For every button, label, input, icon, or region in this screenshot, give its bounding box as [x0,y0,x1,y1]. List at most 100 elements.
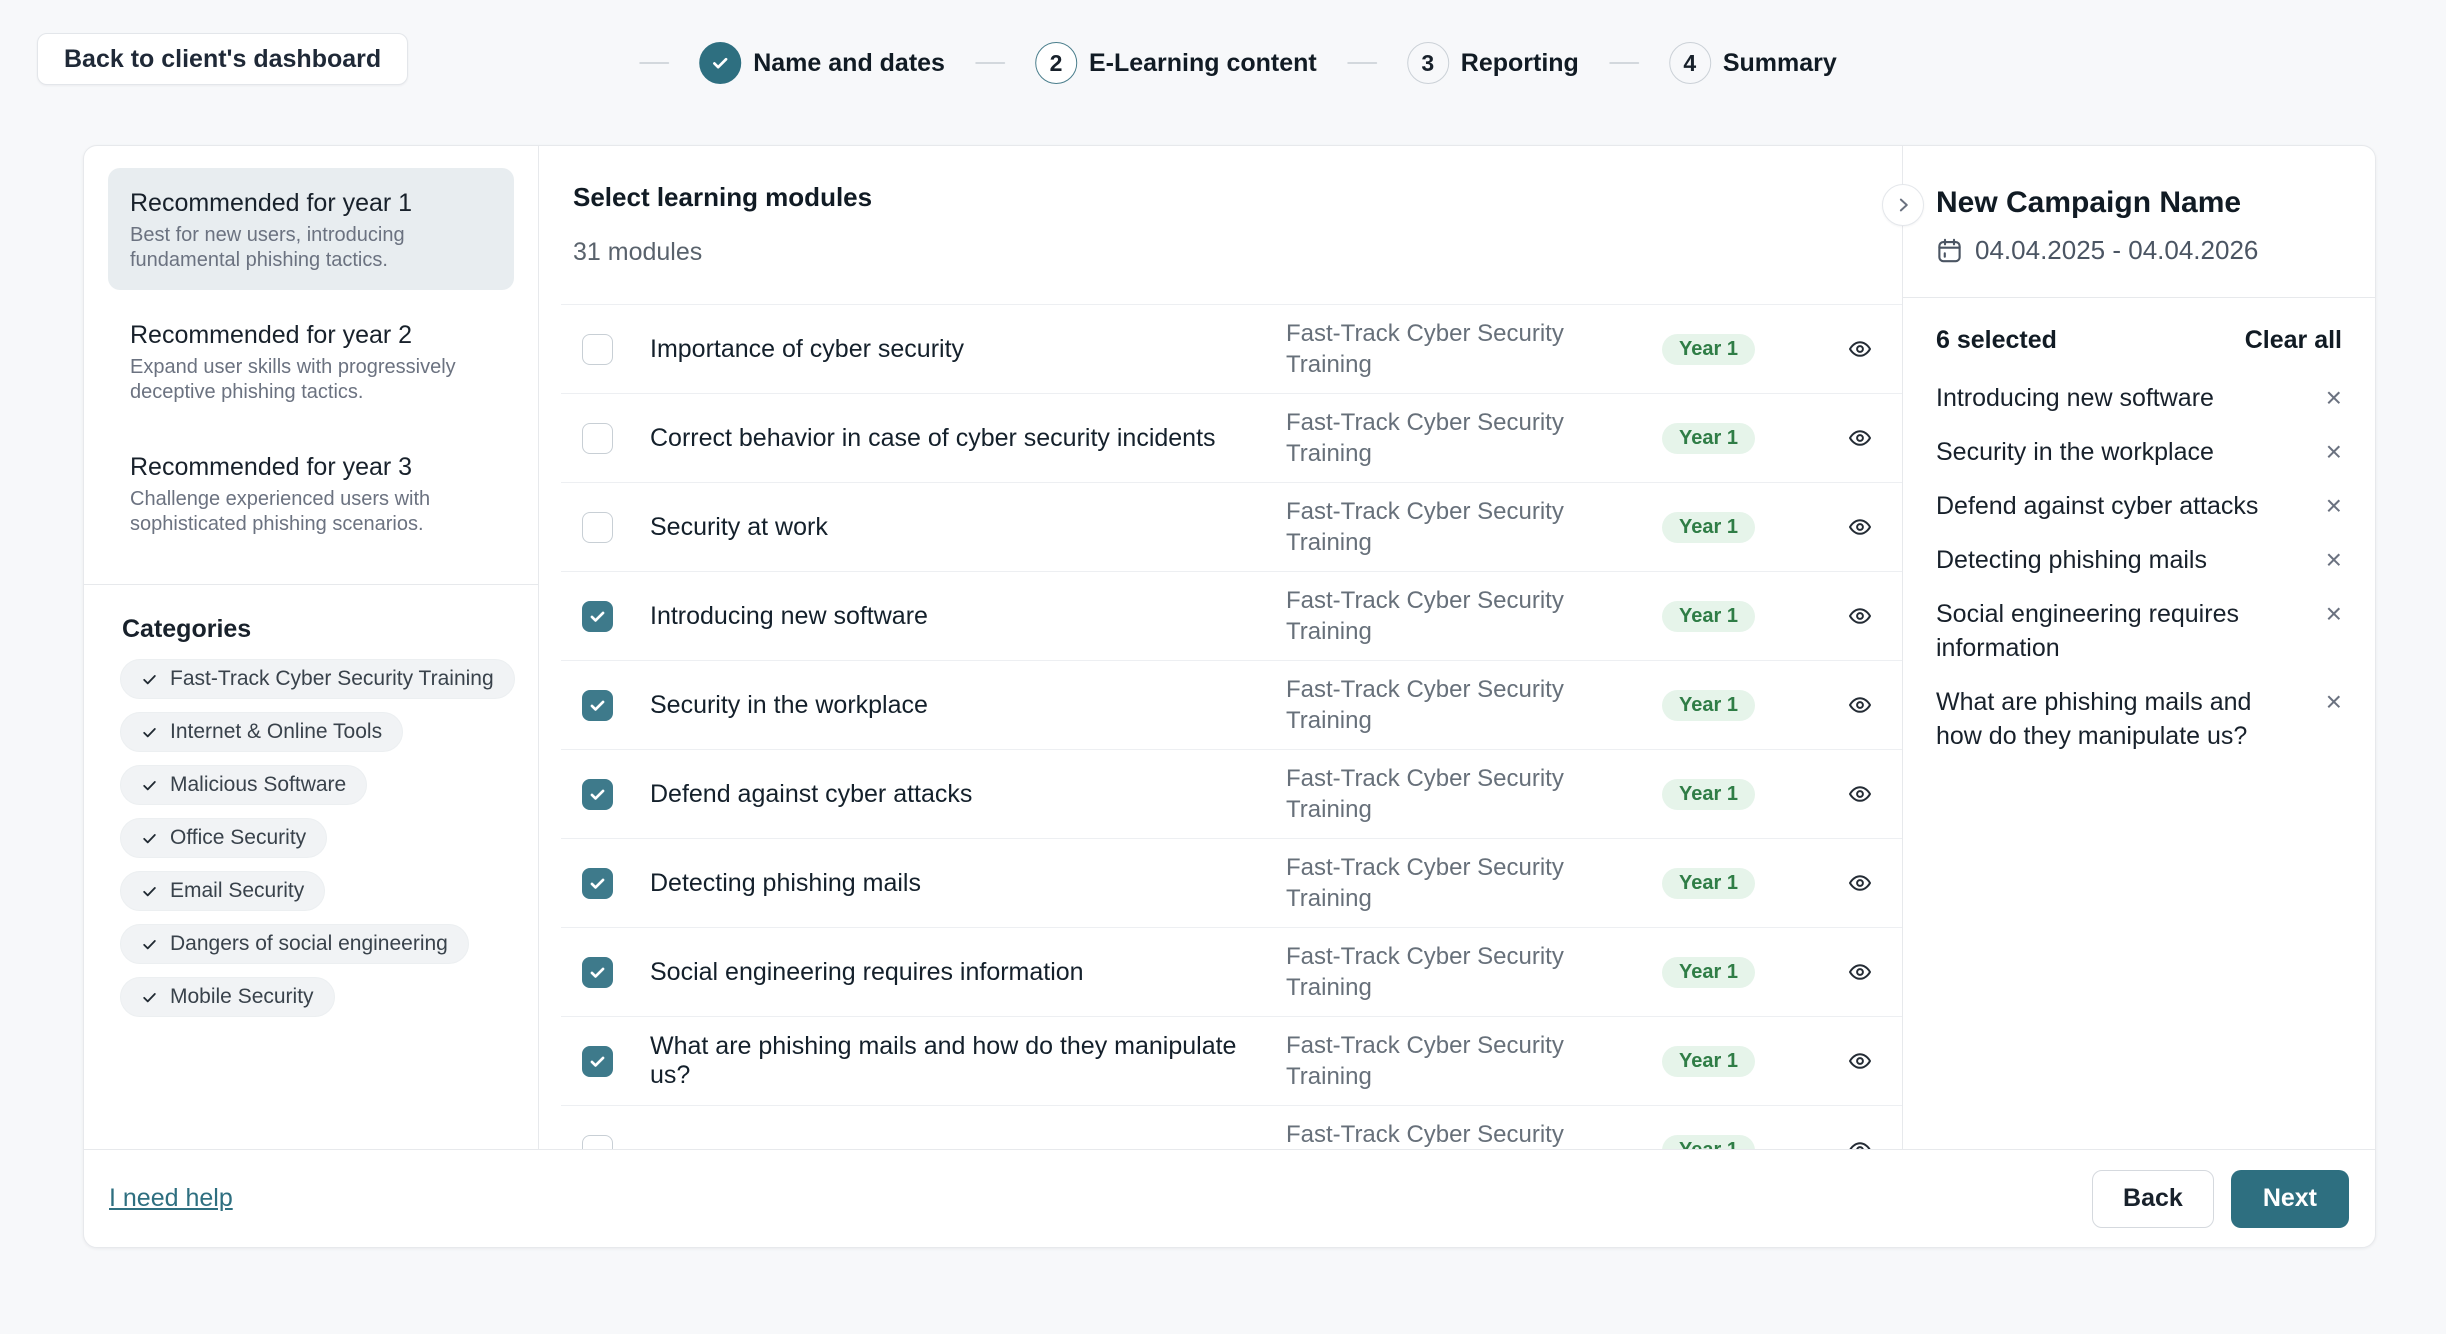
remove-module-icon[interactable]: × [2326,545,2342,575]
selected-module-item: Security in the workplace × [1936,435,2342,469]
selected-module-item: Detecting phishing mails × [1936,543,2342,577]
check-icon [588,963,607,982]
wizard-step[interactable]: 3 Reporting [1317,42,1579,84]
module-checkbox[interactable] [582,957,613,988]
module-row[interactable]: Security at work Fast-Track Cyber Securi… [561,482,1902,571]
module-row[interactable]: Detecting phishing mails Fast-Track Cybe… [561,838,1902,927]
module-list-header: Select learning modules 31 modules [561,146,1902,304]
selected-module-label: Social engineering requires information [1936,597,2326,665]
check-icon [141,830,158,847]
preview-eye-icon[interactable] [1848,782,1872,806]
category-chip-label: Internet & Online Tools [170,720,382,744]
next-button[interactable]: Next [2231,1170,2349,1228]
recommendation-preset[interactable]: Recommended for year 3 Challenge experie… [108,432,514,554]
recommendation-preset[interactable]: Recommended for year 2 Expand user skill… [108,300,514,422]
collapse-panel-button[interactable] [1882,184,1924,226]
step-number: 2 [1050,50,1063,77]
module-row[interactable]: Fast-Track Cyber Security Training Year … [561,1105,1902,1149]
module-checkbox[interactable] [582,512,613,543]
preview-eye-icon[interactable] [1848,604,1872,628]
module-checkbox[interactable] [582,1046,613,1077]
filters-sidebar: Recommended for year 1 Best for new user… [84,146,539,1149]
recommendation-description: Best for new users, introducing fundamen… [130,223,492,273]
preview-eye-icon[interactable] [1848,426,1872,450]
module-list-title: Select learning modules [573,182,1902,213]
preview-eye-icon[interactable] [1848,1049,1872,1073]
module-title: Security at work [650,513,1286,542]
campaign-date-range: 04.04.2025 - 04.04.2026 [1975,235,2258,266]
check-icon [710,53,730,73]
campaign-setup-card: Recommended for year 1 Best for new user… [83,145,2376,1248]
module-row[interactable]: Correct behavior in case of cyber securi… [561,393,1902,482]
check-icon [588,874,607,893]
campaign-name: New Campaign Name [1936,186,2342,220]
check-icon [141,936,158,953]
wizard-step[interactable]: 4 Summary [1579,42,1837,84]
remove-module-icon[interactable]: × [2326,687,2342,717]
preview-eye-icon[interactable] [1848,515,1872,539]
recommendation-preset[interactable]: Recommended for year 1 Best for new user… [108,168,514,290]
category-chip[interactable]: Fast-Track Cyber Security Training [120,659,515,699]
module-checkbox[interactable] [582,779,613,810]
step-number: 4 [1683,50,1696,77]
module-checkbox[interactable] [582,690,613,721]
module-count: 31 modules [573,238,1902,267]
campaign-header: New Campaign Name 04.04.2025 - 04.04.202… [1903,146,2375,297]
step-label: Reporting [1461,49,1579,78]
check-icon [141,671,158,688]
recommendation-title: Recommended for year 2 [130,320,492,350]
year-badge: Year 1 [1662,601,1755,632]
module-row[interactable]: Importance of cyber security Fast-Track … [561,304,1902,393]
module-category: Fast-Track Cyber Security Training [1286,1119,1586,1149]
remove-module-icon[interactable]: × [2326,383,2342,413]
module-checkbox[interactable] [582,868,613,899]
preview-eye-icon[interactable] [1848,871,1872,895]
module-checkbox[interactable] [582,334,613,365]
module-checkbox[interactable] [582,601,613,632]
module-checkbox[interactable] [582,423,613,454]
step-connector [1609,62,1639,64]
module-row[interactable]: What are phishing mails and how do they … [561,1016,1902,1105]
back-button[interactable]: Back [2092,1170,2214,1228]
chevron-right-icon [1893,195,1913,215]
category-chip[interactable]: Malicious Software [120,765,367,805]
module-checkbox[interactable] [582,1135,613,1150]
preview-eye-icon[interactable] [1848,337,1872,361]
clear-all-button[interactable]: Clear all [2245,326,2342,355]
module-list-section: Select learning modules 31 modules Impor… [539,146,1902,1149]
category-chip[interactable]: Dangers of social engineering [120,924,469,964]
module-row[interactable]: Security in the workplace Fast-Track Cyb… [561,660,1902,749]
selected-modules-list: Introducing new software × Security in t… [1936,381,2342,753]
wizard-step[interactable]: 2 E-Learning content [945,42,1317,84]
selected-module-label: Detecting phishing mails [1936,543,2326,577]
wizard-step[interactable]: Name and dates [609,42,945,84]
help-link[interactable]: I need help [109,1184,233,1213]
module-row[interactable]: Social engineering requires information … [561,927,1902,1016]
module-category: Fast-Track Cyber Security Training [1286,496,1586,558]
remove-module-icon[interactable]: × [2326,437,2342,467]
category-chip[interactable]: Office Security [120,818,327,858]
step-connector [975,62,1005,64]
category-chip-label: Malicious Software [170,773,346,797]
remove-module-icon[interactable]: × [2326,599,2342,629]
preview-eye-icon[interactable] [1848,1138,1872,1149]
category-chip-list: Fast-Track Cyber Security Training Inter… [120,659,514,1017]
preview-eye-icon[interactable] [1848,960,1872,984]
module-row[interactable]: Introducing new software Fast-Track Cybe… [561,571,1902,660]
category-chip[interactable]: Internet & Online Tools [120,712,403,752]
category-chip[interactable]: Mobile Security [120,977,335,1017]
remove-module-icon[interactable]: × [2326,491,2342,521]
check-icon [141,883,158,900]
module-title: Security in the workplace [650,691,1286,720]
module-category: Fast-Track Cyber Security Training [1286,407,1586,469]
module-row[interactable]: Defend against cyber attacks Fast-Track … [561,749,1902,838]
step-connector [1347,62,1377,64]
year-badge: Year 1 [1662,423,1755,454]
selected-module-item: Introducing new software × [1936,381,2342,415]
module-category: Fast-Track Cyber Security Training [1286,852,1586,914]
category-chip-label: Office Security [170,826,306,850]
category-chip[interactable]: Email Security [120,871,325,911]
back-to-dashboard-button[interactable]: Back to client's dashboard [37,33,408,85]
preview-eye-icon[interactable] [1848,693,1872,717]
selected-module-label: Introducing new software [1936,381,2326,415]
